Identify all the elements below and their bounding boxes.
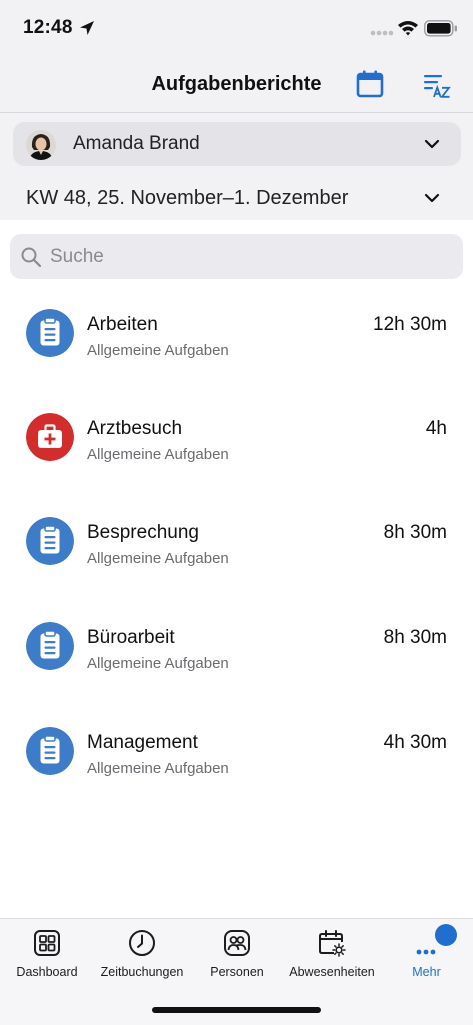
cellular-signal-icon [370, 30, 394, 36]
home-indicator [152, 1007, 321, 1013]
clipboard-icon [26, 517, 74, 565]
tab-abwesenheiten[interactable]: Abwesenheiten [284, 919, 380, 989]
calendar-icon[interactable] [354, 68, 386, 100]
week-selector[interactable]: KW 48, 25. November–1. Dezember [0, 176, 473, 220]
task-title: Management [87, 732, 198, 753]
list-item[interactable]: Büroarbeit Allgemeine Aufgaben 8h 30m [0, 593, 473, 697]
notification-badge [435, 924, 457, 946]
list-item[interactable]: Arztbesuch Allgemeine Aufgaben 4h [0, 384, 473, 488]
grid-icon [34, 930, 60, 956]
calendar-sun-icon [319, 930, 346, 957]
clipboard-icon [26, 727, 74, 775]
person-selector[interactable]: Amanda Brand [13, 122, 461, 166]
tab-label: Personen [210, 965, 264, 979]
task-title: Besprechung [87, 522, 199, 543]
list-item[interactable]: Management Allgemeine Aufgaben 4h 30m [0, 698, 473, 802]
medical-kit-icon [26, 413, 74, 461]
clipboard-icon [26, 622, 74, 670]
clock-icon [129, 930, 155, 956]
task-subtitle: Allgemeine Aufgaben [87, 342, 229, 359]
tab-dashboard[interactable]: Dashboard [0, 919, 94, 989]
status-bar: 12:48 [0, 0, 473, 56]
task-title: Arztbesuch [87, 418, 183, 439]
task-subtitle: Allgemeine Aufgaben [87, 760, 229, 777]
battery-icon [424, 20, 457, 37]
chevron-down-icon [424, 139, 440, 149]
search-input[interactable]: Suche [50, 246, 104, 268]
search-icon [21, 247, 42, 268]
avatar [26, 130, 56, 160]
task-duration: 4h [425, 418, 447, 439]
search-bar[interactable]: Suche [10, 234, 463, 279]
tab-zeitbuchungen[interactable]: Zeitbuchungen [94, 919, 190, 989]
task-duration: 8h 30m [383, 522, 447, 543]
tab-label: Abwesenheiten [289, 965, 375, 979]
location-arrow-icon [80, 21, 94, 35]
tab-label: Mehr [412, 965, 441, 979]
clipboard-icon [26, 309, 74, 357]
week-label: KW 48, 25. November–1. Dezember [26, 187, 349, 209]
task-duration: 12h 30m [373, 314, 447, 335]
task-duration: 4h 30m [383, 732, 447, 753]
task-title: Büroarbeit [87, 627, 175, 648]
status-time: 12:48 [23, 17, 73, 38]
task-subtitle: Allgemeine Aufgaben [87, 550, 229, 567]
tab-personen[interactable]: Personen [190, 919, 284, 989]
list-item[interactable]: Besprechung Allgemeine Aufgaben 8h 30m [0, 488, 473, 592]
wifi-icon [398, 21, 418, 36]
tab-mehr[interactable]: Mehr [380, 919, 473, 989]
page-title: Aufgabenberichte [151, 73, 322, 95]
people-icon [224, 930, 250, 956]
task-title: Arbeiten [87, 314, 158, 335]
task-subtitle: Allgemeine Aufgaben [87, 446, 229, 463]
sort-az-icon[interactable] [422, 70, 452, 100]
task-duration: 8h 30m [383, 627, 447, 648]
chevron-down-icon [424, 193, 440, 203]
navigation-bar: Aufgabenberichte [0, 56, 473, 113]
person-name: Amanda Brand [73, 133, 200, 154]
tab-label: Zeitbuchungen [100, 965, 184, 979]
task-subtitle: Allgemeine Aufgaben [87, 655, 229, 672]
list-item[interactable]: Arbeiten Allgemeine Aufgaben 12h 30m [0, 280, 473, 384]
tab-label: Dashboard [16, 965, 78, 979]
